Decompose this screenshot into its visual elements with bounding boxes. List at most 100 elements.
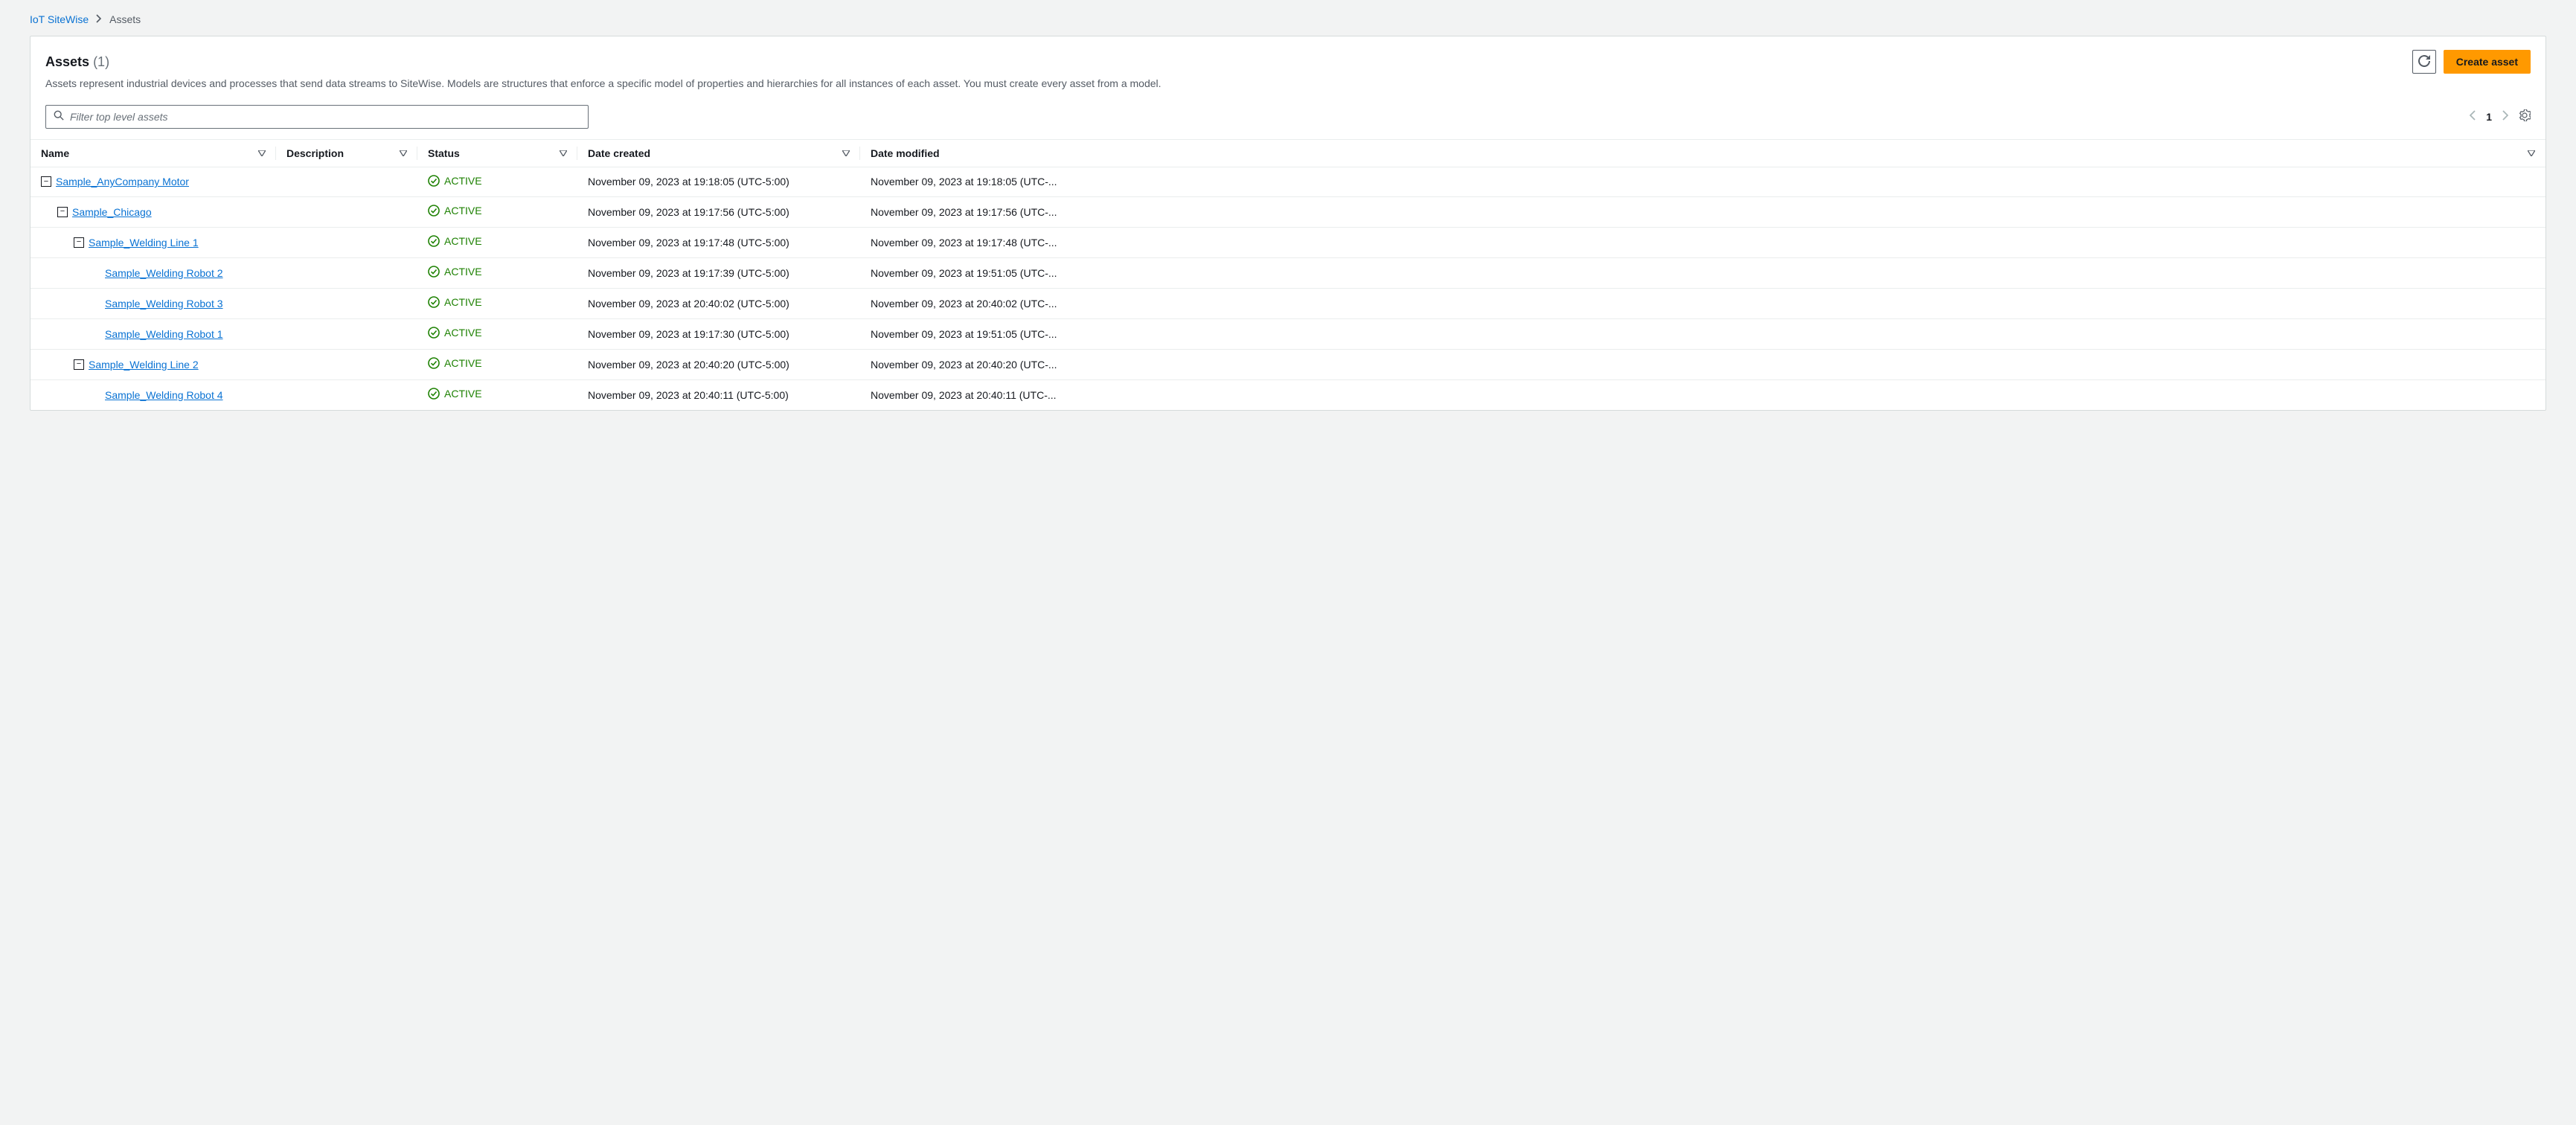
check-circle-icon bbox=[428, 296, 440, 308]
cell-date-modified: November 09, 2023 at 19:17:56 (UTC-... bbox=[860, 196, 2545, 227]
sort-caret-icon bbox=[2528, 150, 2535, 156]
status-text: ACTIVE bbox=[444, 266, 482, 278]
cell-description bbox=[276, 288, 417, 318]
sort-caret-icon bbox=[560, 150, 567, 156]
column-header-status-label: Status bbox=[428, 147, 460, 159]
cell-date-created: November 09, 2023 at 19:17:56 (UTC-5:00) bbox=[577, 196, 860, 227]
check-circle-icon bbox=[428, 327, 440, 339]
status-badge: ACTIVE bbox=[428, 205, 482, 217]
table-row: Sample_Welding Robot 4 ACTIVE November 09,… bbox=[31, 379, 2545, 410]
column-header-description[interactable]: Description bbox=[276, 139, 417, 167]
cell-description bbox=[276, 318, 417, 349]
cell-description bbox=[276, 167, 417, 196]
asset-link[interactable]: Sample_Welding Robot 2 bbox=[105, 267, 223, 279]
status-text: ACTIVE bbox=[444, 388, 482, 400]
breadcrumb-root-link[interactable]: IoT SiteWise bbox=[30, 13, 89, 25]
status-text: ACTIVE bbox=[444, 205, 482, 217]
column-header-status[interactable]: Status bbox=[417, 139, 577, 167]
tree-collapse-toggle[interactable]: − bbox=[57, 207, 68, 217]
cell-description bbox=[276, 227, 417, 257]
status-badge: ACTIVE bbox=[428, 266, 482, 278]
check-circle-icon bbox=[428, 357, 440, 369]
check-circle-icon bbox=[428, 235, 440, 247]
assets-table: Name Description Status Date created Dat… bbox=[31, 139, 2545, 410]
status-badge: ACTIVE bbox=[428, 388, 482, 400]
tree-collapse-toggle[interactable]: − bbox=[41, 176, 51, 187]
cell-description bbox=[276, 349, 417, 379]
status-badge: ACTIVE bbox=[428, 357, 482, 369]
cell-date-created: November 09, 2023 at 19:18:05 (UTC-5:00) bbox=[577, 167, 860, 196]
breadcrumb: IoT SiteWise Assets bbox=[30, 13, 2546, 25]
asset-link[interactable]: Sample_Welding Robot 3 bbox=[105, 298, 223, 310]
refresh-button[interactable] bbox=[2412, 50, 2436, 74]
refresh-icon bbox=[2418, 55, 2430, 69]
check-circle-icon bbox=[428, 175, 440, 187]
filter-box[interactable] bbox=[45, 105, 589, 129]
cell-date-created: November 09, 2023 at 19:17:48 (UTC-5:00) bbox=[577, 227, 860, 257]
cell-description bbox=[276, 379, 417, 410]
cell-date-modified: November 09, 2023 at 19:18:05 (UTC-... bbox=[860, 167, 2545, 196]
table-row: Sample_Welding Robot 1 ACTIVE November 09,… bbox=[31, 318, 2545, 349]
cell-date-created: November 09, 2023 at 20:40:11 (UTC-5:00) bbox=[577, 379, 860, 410]
cell-date-modified: November 09, 2023 at 20:40:11 (UTC-... bbox=[860, 379, 2545, 410]
sort-caret-icon bbox=[842, 150, 850, 156]
status-text: ACTIVE bbox=[444, 175, 482, 187]
cell-description bbox=[276, 196, 417, 227]
status-badge: ACTIVE bbox=[428, 235, 482, 247]
page-title-text: Assets bbox=[45, 54, 89, 69]
cell-date-modified: November 09, 2023 at 19:51:05 (UTC-... bbox=[860, 318, 2545, 349]
tree-collapse-toggle[interactable]: − bbox=[74, 237, 84, 248]
cell-date-modified: November 09, 2023 at 19:51:05 (UTC-... bbox=[860, 257, 2545, 288]
page-prev-button[interactable] bbox=[2470, 110, 2476, 123]
column-header-created-label: Date created bbox=[588, 147, 650, 159]
create-asset-button[interactable]: Create asset bbox=[2444, 50, 2531, 74]
cell-date-modified: November 09, 2023 at 20:40:20 (UTC-... bbox=[860, 349, 2545, 379]
column-header-modified[interactable]: Date modified bbox=[860, 139, 2545, 167]
asset-link[interactable]: Sample_Welding Robot 4 bbox=[105, 389, 223, 401]
asset-link[interactable]: Sample_Welding Line 1 bbox=[89, 237, 199, 249]
asset-link[interactable]: Sample_Chicago bbox=[72, 206, 152, 218]
page-next-button[interactable] bbox=[2502, 110, 2508, 123]
status-badge: ACTIVE bbox=[428, 327, 482, 339]
table-row: Sample_Welding Robot 3 ACTIVE November 09,… bbox=[31, 288, 2545, 318]
chevron-right-icon bbox=[96, 13, 102, 25]
sort-caret-icon bbox=[258, 150, 266, 156]
cell-date-created: November 09, 2023 at 20:40:20 (UTC-5:00) bbox=[577, 349, 860, 379]
table-row: −Sample_AnyCompany Motor ACTIVE November 0… bbox=[31, 167, 2545, 196]
column-header-modified-label: Date modified bbox=[871, 147, 940, 159]
cell-date-modified: November 09, 2023 at 19:17:48 (UTC-... bbox=[860, 227, 2545, 257]
check-circle-icon bbox=[428, 388, 440, 400]
status-text: ACTIVE bbox=[444, 296, 482, 308]
column-header-created[interactable]: Date created bbox=[577, 139, 860, 167]
check-circle-icon bbox=[428, 266, 440, 278]
cell-date-modified: November 09, 2023 at 20:40:02 (UTC-... bbox=[860, 288, 2545, 318]
table-row: −Sample_Welding Line 2 ACTIVE November 09,… bbox=[31, 349, 2545, 379]
column-header-name[interactable]: Name bbox=[31, 139, 276, 167]
assets-panel: Assets (1) Create asset Assets represent… bbox=[30, 36, 2546, 411]
table-row: Sample_Welding Robot 2 ACTIVE November 09,… bbox=[31, 257, 2545, 288]
cell-date-created: November 09, 2023 at 20:40:02 (UTC-5:00) bbox=[577, 288, 860, 318]
gear-icon bbox=[2519, 112, 2531, 124]
tree-collapse-toggle[interactable]: − bbox=[74, 359, 84, 370]
page-number: 1 bbox=[2486, 111, 2492, 123]
table-row: −Sample_Welding Line 1 ACTIVE November 09,… bbox=[31, 227, 2545, 257]
status-text: ACTIVE bbox=[444, 235, 482, 247]
cell-date-created: November 09, 2023 at 19:17:39 (UTC-5:00) bbox=[577, 257, 860, 288]
table-row: −Sample_Chicago ACTIVE November 09, 2023 a… bbox=[31, 196, 2545, 227]
settings-button[interactable] bbox=[2519, 109, 2531, 124]
asset-link[interactable]: Sample_Welding Line 2 bbox=[89, 359, 199, 371]
breadcrumb-current: Assets bbox=[109, 13, 141, 25]
status-text: ACTIVE bbox=[444, 327, 482, 339]
asset-link[interactable]: Sample_Welding Robot 1 bbox=[105, 328, 223, 340]
column-header-name-label: Name bbox=[41, 147, 69, 159]
search-icon bbox=[54, 110, 64, 123]
status-badge: ACTIVE bbox=[428, 175, 482, 187]
page-title: Assets (1) bbox=[45, 54, 109, 70]
cell-description bbox=[276, 257, 417, 288]
sort-caret-icon bbox=[400, 150, 407, 156]
status-text: ACTIVE bbox=[444, 357, 482, 369]
asset-link[interactable]: Sample_AnyCompany Motor bbox=[56, 176, 189, 188]
filter-input[interactable] bbox=[70, 111, 580, 123]
pagination: 1 bbox=[2470, 109, 2531, 124]
cell-date-created: November 09, 2023 at 19:17:30 (UTC-5:00) bbox=[577, 318, 860, 349]
